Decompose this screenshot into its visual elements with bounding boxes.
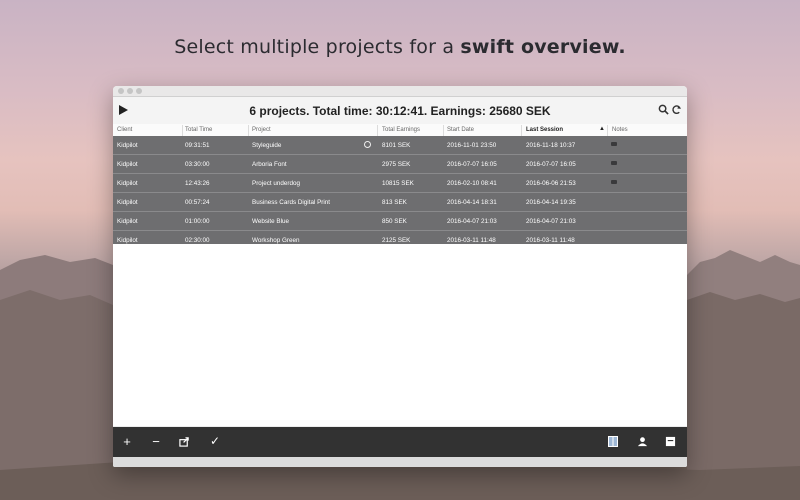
project-cell: Project underdog — [252, 180, 300, 187]
earnings-cell: 2975 SEK — [382, 161, 411, 168]
last-session-cell: 2016-11-18 10:37 — [526, 142, 576, 149]
bottom-toolbar: + − ✓ — [113, 427, 687, 457]
project-cell: Business Cards Digital Print — [252, 199, 331, 206]
last-session-cell: 2016-04-07 21:03 — [526, 218, 576, 225]
client-cell: Kidpilot — [117, 180, 138, 187]
zoom-button[interactable] — [136, 88, 142, 94]
status-bar — [113, 457, 687, 467]
client-cell: Kidpilot — [117, 199, 138, 206]
project-cell: Arboria Font — [252, 161, 287, 168]
time-cell: 03:30:00 — [185, 161, 210, 168]
remove-project-button[interactable]: − — [149, 435, 163, 448]
project-cell: Website Blue — [252, 218, 289, 225]
time-cell: 12:43:26 — [185, 180, 210, 187]
note-icon[interactable] — [611, 180, 617, 184]
earnings-cell: 850 SEK — [382, 218, 407, 225]
summary-text: 6 projects. Total time: 30:12:41. Earnin… — [249, 104, 551, 118]
time-cell: 01:00:00 — [185, 218, 210, 225]
last-session-cell: 2016-03-11 11:48 — [526, 237, 575, 244]
note-icon[interactable] — [611, 161, 617, 165]
columns-icon[interactable] — [608, 436, 618, 447]
search-icon[interactable] — [658, 104, 669, 115]
title-bar — [113, 86, 687, 97]
time-cell: 09:31:51 — [185, 142, 210, 149]
project-cell: Styleguide — [252, 142, 282, 149]
client-cell: Kidpilot — [117, 218, 138, 225]
last-session-cell: 2016-04-14 19:35 — [526, 199, 576, 206]
minimize-button[interactable] — [127, 88, 133, 94]
time-cell: 02:30:00 — [185, 237, 210, 244]
complete-project-button[interactable]: ✓ — [208, 435, 222, 448]
start-date-cell: 2016-03-11 11:48 — [447, 237, 496, 244]
earnings-cell: 813 SEK — [382, 199, 407, 206]
earnings-cell: 10815 SEK — [382, 180, 414, 187]
start-date-cell: 2016-04-14 18:31 — [447, 199, 497, 206]
close-button[interactable] — [118, 88, 124, 94]
archive-icon[interactable] — [665, 436, 676, 447]
table-row[interactable]: Kidpilot 00:57:24 Business Cards Digital… — [113, 193, 687, 212]
refresh-icon[interactable] — [671, 104, 682, 115]
start-date-cell: 2016-02-10 08:41 — [447, 180, 497, 187]
user-icon[interactable] — [637, 436, 648, 447]
project-cell: Workshop Green — [252, 237, 300, 244]
client-cell: Kidpilot — [117, 142, 138, 149]
headline-bold: swift overview. — [460, 36, 626, 58]
start-date-cell: 2016-07-07 16:05 — [447, 161, 497, 168]
toolbar: 6 projects. Total time: 30:12:41. Earnin… — [113, 97, 687, 125]
start-date-cell: 2016-04-07 21:03 — [447, 218, 497, 225]
project-table: Kidpilot 09:31:51 Styleguide 8101 SEK 20… — [113, 136, 687, 250]
add-project-button[interactable]: + — [120, 435, 134, 448]
last-session-cell: 2016-06-06 21:53 — [526, 180, 576, 187]
table-row[interactable]: Kidpilot 01:00:00 Website Blue 850 SEK 2… — [113, 212, 687, 231]
headline: Select multiple projects for a swift ove… — [0, 36, 800, 58]
table-row[interactable]: Kidpilot 12:43:26 Project underdog 10815… — [113, 174, 687, 193]
client-cell: Kidpilot — [117, 237, 138, 244]
export-icon[interactable] — [179, 436, 190, 447]
start-date-cell: 2016-11-01 23:50 — [447, 142, 497, 149]
earnings-cell: 2125 SEK — [382, 237, 411, 244]
client-cell: Kidpilot — [117, 161, 138, 168]
note-icon[interactable] — [611, 142, 617, 146]
app-window: 6 projects. Total time: 30:12:41. Earnin… — [113, 86, 687, 467]
earnings-cell: 8101 SEK — [382, 142, 411, 149]
headline-text: Select multiple projects for a — [174, 36, 461, 58]
time-cell: 00:57:24 — [185, 199, 210, 206]
table-row[interactable]: Kidpilot 09:31:51 Styleguide 8101 SEK 20… — [113, 136, 687, 155]
last-session-cell: 2016-07-07 16:05 — [526, 161, 576, 168]
active-timer-icon — [364, 141, 371, 148]
table-row[interactable]: Kidpilot 03:30:00 Arboria Font 2975 SEK … — [113, 155, 687, 174]
